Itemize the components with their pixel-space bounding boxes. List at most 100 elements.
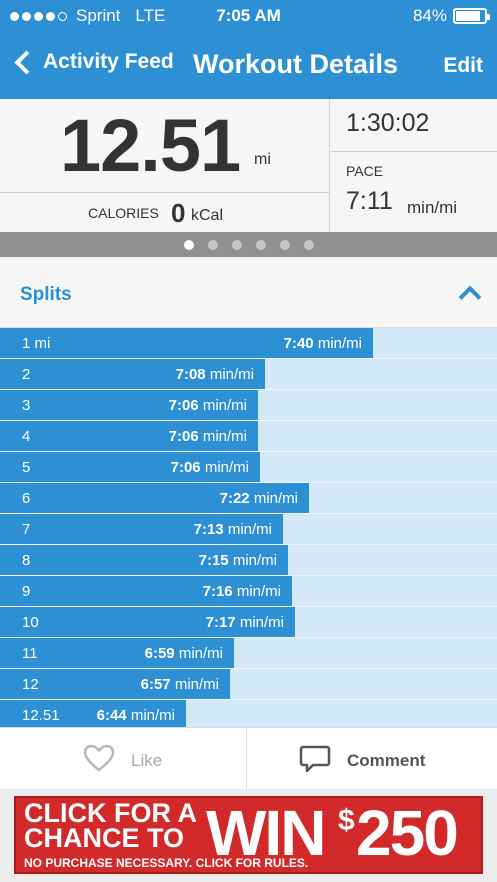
distance-unit: mi [254, 151, 271, 168]
split-pace-unit: min/mi [236, 583, 281, 600]
split-row: 10 7:17 min/mi [0, 607, 497, 638]
split-pace-value: 6:57 [140, 676, 171, 693]
calories-panel [0, 193, 330, 232]
calories-value: 0 [171, 198, 186, 228]
split-pace: 7:06 min/mi [169, 428, 247, 445]
ad-dollar-sign: $ [338, 804, 355, 837]
split-pace-unit: min/mi [130, 707, 175, 724]
battery-fill [456, 11, 480, 21]
split-label: 11 [22, 645, 38, 662]
battery-status: 84% [412, 6, 490, 26]
splits-title: Splits [20, 284, 72, 305]
split-pace-value: 7:06 [170, 459, 201, 476]
split-pace-unit: min/mi [239, 614, 284, 631]
split-label: 12.51 [22, 707, 60, 724]
split-pace-unit: min/mi [174, 676, 219, 693]
nav-bar: Activity Feed Workout Details Edit [0, 32, 497, 99]
split-label: 9 [22, 583, 31, 600]
split-label: 7 [22, 521, 31, 538]
split-row: 5 7:06 min/mi [0, 452, 497, 483]
ad-amount: 250 [356, 797, 459, 869]
split-label: 10 [22, 614, 39, 631]
back-button[interactable]: Activity Feed [12, 49, 174, 75]
split-pace-value: 7:17 [205, 614, 236, 631]
split-pace: 7:15 min/mi [199, 552, 277, 569]
split-pace-unit: min/mi [202, 428, 247, 445]
split-label: 8 [22, 552, 31, 569]
split-pace-value: 6:44 [96, 707, 127, 724]
split-pace: 6:59 min/mi [145, 645, 223, 662]
page-dot[interactable] [207, 239, 218, 250]
split-pace-value: 7:15 [198, 552, 229, 569]
edit-button[interactable]: Edit [443, 54, 483, 78]
page-dot[interactable] [303, 239, 314, 250]
split-pace: 7:17 min/mi [206, 614, 284, 631]
pace-unit: min/mi [407, 198, 458, 217]
split-pace-unit: min/mi [204, 459, 249, 476]
split-pace-unit: min/mi [202, 397, 247, 414]
split-row: 9 7:16 min/mi [0, 576, 497, 607]
split-label: 4 [22, 428, 31, 445]
split-row: 2 7:08 min/mi [0, 359, 497, 390]
split-row: 6 7:22 min/mi [0, 483, 497, 514]
split-row: 11 6:59 min/mi [0, 638, 497, 669]
split-pace-unit: min/mi [317, 335, 362, 352]
split-pace-value: 7:08 [175, 366, 206, 383]
split-row: 8 7:15 min/mi [0, 545, 497, 576]
split-label: 12 [22, 676, 39, 693]
page-dot[interactable] [279, 239, 290, 250]
page-title: Workout Details [193, 49, 399, 79]
split-pace-value: 7:40 [283, 335, 314, 352]
split-row: 12 6:57 min/mi [0, 669, 497, 700]
split-pace-value: 7:06 [168, 428, 199, 445]
ad-headline-line2: CHANCE TO [24, 823, 185, 853]
duration-value: 1:30:02 [346, 109, 430, 137]
split-pace: 7:40 min/mi [284, 335, 362, 352]
split-row: 1 mi 7:40 min/mi [0, 328, 497, 359]
page-dot[interactable] [183, 239, 194, 250]
split-pace: 7:16 min/mi [203, 583, 281, 600]
split-pace: 6:44 min/mi [97, 707, 175, 724]
split-row: 3 7:06 min/mi [0, 390, 497, 421]
back-label: Activity Feed [43, 50, 174, 73]
pace-value: 7:11 [346, 187, 393, 215]
like-button[interactable]: Like [0, 728, 247, 790]
pace-label: PACE [346, 163, 384, 179]
split-pace-unit: min/mi [253, 490, 298, 507]
split-label: 2 [22, 366, 31, 383]
split-row: 7 7:13 min/mi [0, 514, 497, 545]
split-pace-unit: min/mi [232, 552, 277, 569]
split-pace: 7:06 min/mi [169, 397, 247, 414]
split-label: 6 [22, 490, 31, 507]
ad-banner[interactable]: CLICK FOR A CHANCE TO WIN $ 250 NO PURCH… [14, 796, 483, 874]
split-pace: 6:57 min/mi [141, 676, 219, 693]
split-pace-unit: min/mi [178, 645, 223, 662]
split-pace: 7:06 min/mi [171, 459, 249, 476]
split-pace-value: 7:13 [193, 521, 224, 538]
calories-unit: kCal [191, 207, 224, 224]
split-label: 1 mi [22, 335, 51, 352]
split-pace-unit: min/mi [227, 521, 272, 538]
chevron-left-icon [14, 49, 39, 75]
splits-list: 1 mi 7:40 min/mi 2 7:08 min/mi 3 7:06 min/mi 4… [0, 328, 497, 731]
split-pace-unit: min/mi [209, 366, 254, 383]
split-pace-value: 6:59 [144, 645, 175, 662]
split-pace-value: 7:22 [219, 490, 250, 507]
action-bar: Like Comment [0, 727, 497, 790]
split-label: 3 [22, 397, 31, 414]
comment-button[interactable]: Comment [248, 728, 497, 790]
like-label: Like [131, 751, 163, 770]
battery-percent: 84% [412, 6, 447, 25]
page-dot[interactable] [255, 239, 266, 250]
split-label: 5 [22, 459, 31, 476]
calories-label: CALORIES [88, 205, 159, 221]
page-dot[interactable] [231, 239, 242, 250]
heart-icon [83, 744, 115, 772]
status-bar: Sprint LTE 7:05 AM 84% [0, 0, 497, 32]
splits-header[interactable]: Splits [0, 259, 497, 328]
page-indicator[interactable] [0, 232, 497, 257]
split-pace: 7:08 min/mi [176, 366, 254, 383]
split-pace: 7:13 min/mi [194, 521, 272, 538]
comment-label: Comment [347, 751, 426, 770]
split-row: 4 7:06 min/mi [0, 421, 497, 452]
